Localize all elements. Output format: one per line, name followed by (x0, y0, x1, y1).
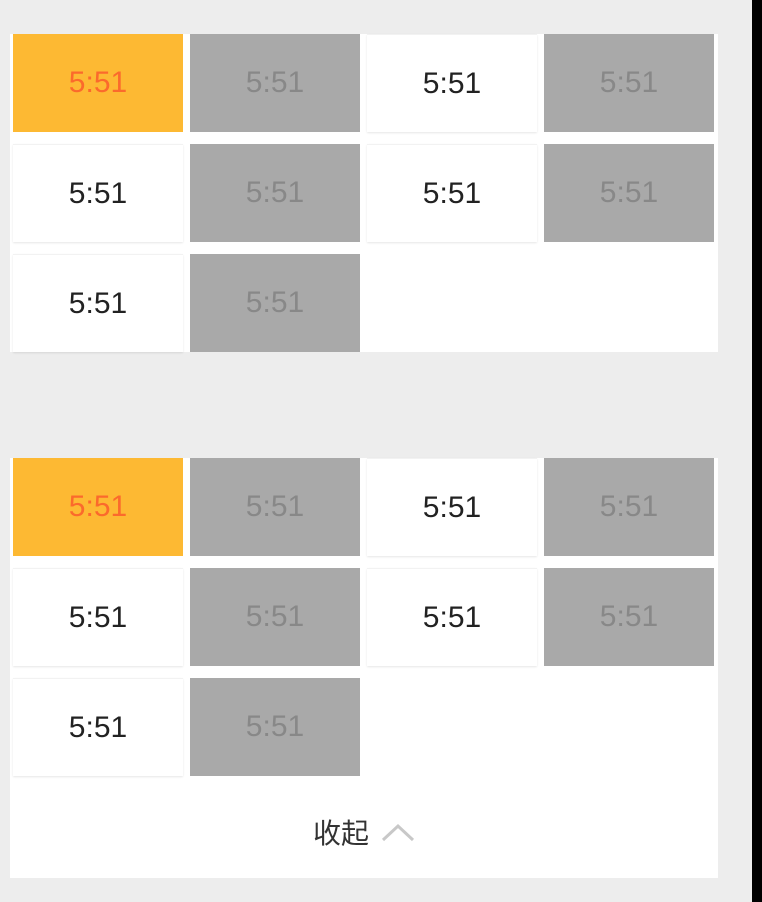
chevron-up-icon (381, 822, 415, 842)
time-slot[interactable]: 5:51 (13, 254, 183, 352)
time-slot: 5:51 (544, 144, 714, 242)
time-slot[interactable]: 5:51 (367, 144, 537, 242)
time-slot: 5:51 (190, 254, 360, 352)
time-slot[interactable]: 5:51 (367, 568, 537, 666)
time-slot: 5:51 (190, 34, 360, 132)
time-slot[interactable]: 5:51 (13, 458, 183, 556)
collapse-button[interactable]: 收起 (10, 786, 718, 878)
time-slot-panel-top: 5:51 5:51 5:51 5:51 5:51 5:51 5:51 5:51 … (10, 34, 718, 352)
time-slot-grid-top: 5:51 5:51 5:51 5:51 5:51 5:51 5:51 5:51 … (13, 34, 714, 352)
time-slot[interactable]: 5:51 (367, 34, 537, 132)
time-slot: 5:51 (190, 458, 360, 556)
time-slot[interactable]: 5:51 (13, 568, 183, 666)
time-slot-grid-bottom: 5:51 5:51 5:51 5:51 5:51 5:51 5:51 5:51 … (13, 458, 714, 776)
time-slot: 5:51 (544, 34, 714, 132)
collapse-label: 收起 (312, 817, 369, 850)
time-slot[interactable]: 5:51 (367, 458, 537, 556)
time-slot: 5:51 (544, 458, 714, 556)
time-slot: 5:51 (190, 568, 360, 666)
time-slot: 5:51 (544, 568, 714, 666)
time-slot[interactable]: 5:51 (13, 144, 183, 242)
time-slot: 5:51 (190, 144, 360, 242)
time-slot: 5:51 (190, 678, 360, 776)
time-slot[interactable]: 5:51 (13, 34, 183, 132)
time-slot-panel-bottom: 5:51 5:51 5:51 5:51 5:51 5:51 5:51 5:51 … (10, 458, 718, 878)
page: 5:51 5:51 5:51 5:51 5:51 5:51 5:51 5:51 … (0, 0, 752, 902)
time-slot[interactable]: 5:51 (13, 678, 183, 776)
